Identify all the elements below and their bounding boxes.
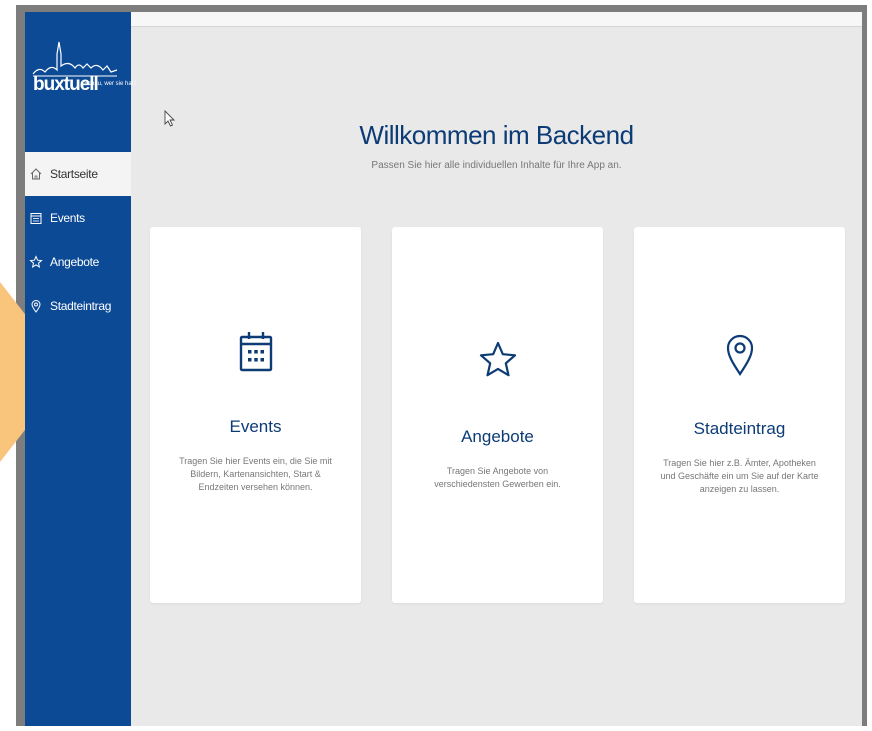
- map-pin-icon: [634, 333, 845, 377]
- sidebar-item-angebote[interactable]: Angebote: [25, 240, 131, 284]
- star-icon: [392, 341, 603, 379]
- sidebar-item-label: Events: [50, 211, 85, 225]
- map-pin-icon: [29, 299, 43, 313]
- card-title: Events: [229, 417, 282, 436]
- sidebar: buxtuell Schau, wer sie hat ! Startseite…: [25, 12, 137, 726]
- top-bar: [131, 12, 862, 27]
- card-description: Tragen Sie Angebote von verschiedensten …: [434, 466, 561, 489]
- sidebar-nav: Startseite Events Angebote Stadteintrag: [25, 152, 131, 328]
- card-description: Tragen Sie hier z.B. Ämter, Apotheken un…: [660, 458, 819, 494]
- sidebar-item-stadteintrag[interactable]: Stadteintrag: [25, 284, 131, 328]
- home-icon: [29, 167, 43, 181]
- card-title: Angebote: [461, 427, 534, 446]
- card-angebote[interactable]: Angebote Tragen Sie Angebote von verschi…: [392, 227, 603, 603]
- calendar-icon: [29, 211, 43, 225]
- calendar-icon: [150, 331, 361, 373]
- sidebar-item-events[interactable]: Events: [25, 196, 131, 240]
- card-title: Stadteintrag: [693, 419, 786, 438]
- sidebar-item-startseite[interactable]: Startseite: [25, 152, 131, 196]
- brand-tagline: Schau, wer sie hat !: [84, 81, 137, 87]
- app-screen: buxtuell Schau, wer sie hat ! Startseite…: [25, 12, 862, 726]
- page-subtitle: Passen Sie hier alle individuellen Inhal…: [371, 160, 622, 171]
- card-description: Tragen Sie hier Events ein, die Sie mit …: [179, 456, 332, 492]
- card-events[interactable]: Events Tragen Sie hier Events ein, die S…: [150, 227, 361, 603]
- sidebar-item-label: Angebote: [50, 255, 99, 269]
- card-stadteintrag[interactable]: Stadteintrag Tragen Sie hier z.B. Ämter,…: [634, 227, 845, 603]
- page-title: Willkommen im Backend: [359, 120, 634, 150]
- sidebar-item-label: Startseite: [50, 167, 98, 181]
- sidebar-item-label: Stadteintrag: [50, 299, 112, 313]
- star-icon: [29, 255, 43, 269]
